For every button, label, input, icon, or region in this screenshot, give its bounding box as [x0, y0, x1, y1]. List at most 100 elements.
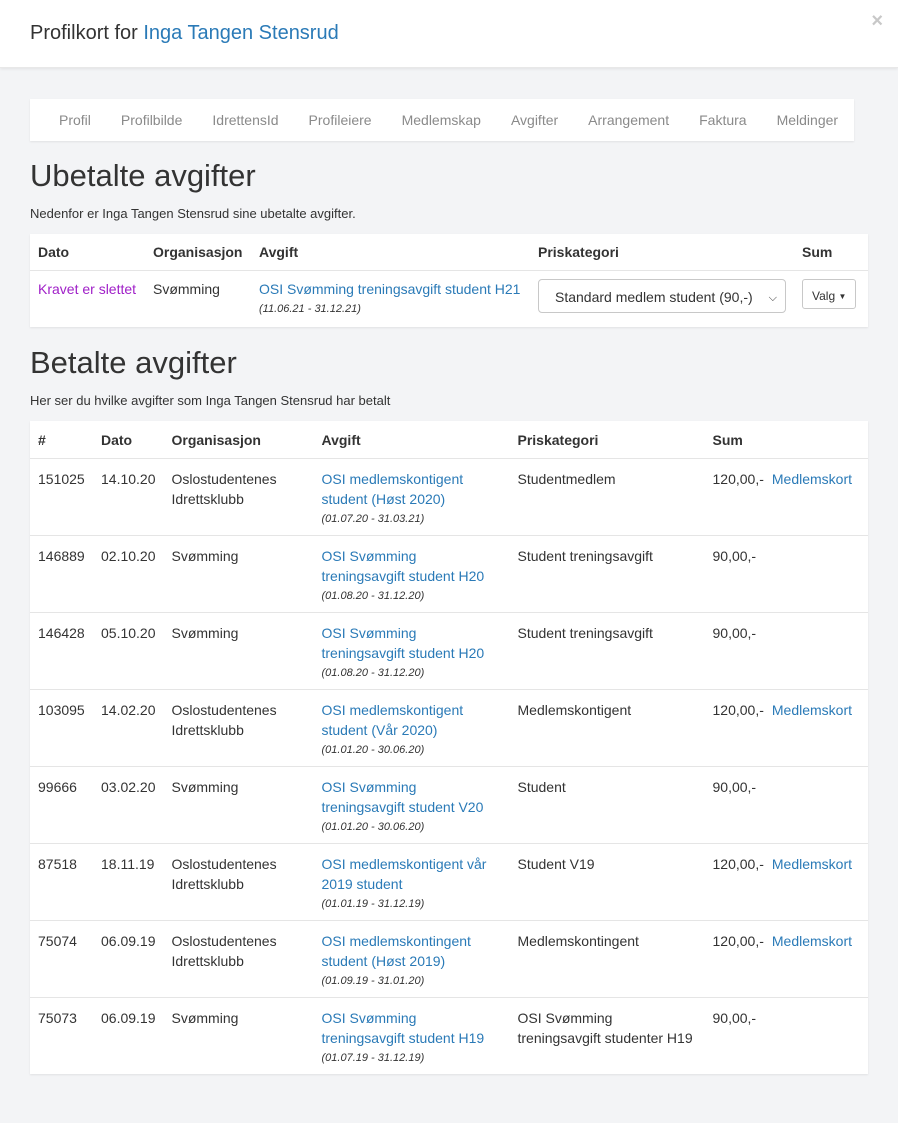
fee-period: (01.01.20 - 30.06.20) — [321, 743, 425, 756]
unpaid-description: Nedenfor er Inga Tangen Stensrud sine ub… — [30, 206, 356, 221]
fee-period: (11.06.21 - 31.12.21) — [259, 302, 361, 315]
row-category: Student treningsavgift — [509, 611, 705, 689]
row-date: 14.02.20 — [93, 688, 164, 766]
col-dato: Dato — [30, 234, 145, 271]
row-id: 99666 — [30, 765, 93, 843]
modal-title: Profilkort for Inga Tangen Stensrud — [30, 22, 339, 45]
row-sum: 120,00,- — [712, 470, 764, 487]
table-row: Kravet er slettet Svømming OSI Svømming … — [30, 270, 868, 317]
tab-profileiere[interactable]: Profileiere — [294, 112, 387, 128]
table-row: 99666 03.02.20 Svømming OSI Svømming trenin… — [30, 765, 868, 843]
price-category-select[interactable]: Standard medlem student (90,-) ⌵ — [538, 278, 786, 313]
tab-faktura[interactable]: Faktura — [684, 112, 761, 128]
row-date: 14.10.20 — [101, 470, 156, 487]
membership-card-link[interactable]: Medlemskort — [772, 856, 852, 872]
row-id: 146889 — [30, 534, 93, 612]
row-org: Oslostudentenes Idrettsklubb — [163, 919, 314, 997]
close-icon[interactable]: × — [871, 10, 883, 33]
fee-link[interactable]: OSI Svømming treningsavgift student H20 — [322, 625, 485, 661]
col-organisasjon: Organisasjon — [145, 234, 251, 271]
table-row: 75074 06.09.19 Oslostudentenes Idrettsklub… — [30, 919, 868, 997]
tab-meldinger[interactable]: Meldinger — [762, 112, 853, 128]
row-org: Oslostudentenes Idrettsklubb — [163, 842, 314, 920]
fee-period: (01.09.19 - 31.01.20) — [321, 974, 425, 987]
valg-dropdown-button[interactable]: Valg ▼ — [802, 278, 857, 309]
membership-card-link[interactable]: Medlemskort — [772, 471, 852, 487]
org-cell: Svømming — [153, 280, 220, 297]
fee-period: (01.01.20 - 30.06.20) — [321, 820, 425, 833]
fee-link[interactable]: OSI Svømming treningsavgift student H21 — [259, 281, 520, 297]
row-category: Studentmedlem — [517, 470, 616, 487]
row-sum: 90,00,- — [704, 611, 772, 689]
row-sum: 90,00,- — [704, 996, 772, 1074]
col-id: # — [30, 421, 93, 459]
fee-period: (01.08.20 - 31.12.20) — [321, 666, 425, 679]
tab-profil[interactable]: Profil — [44, 112, 106, 128]
row-category: Student V19 — [509, 842, 705, 920]
profile-name: Inga Tangen Stensrud — [143, 22, 339, 44]
fee-link[interactable]: OSI medlemskontigent student (Vår 2020) — [322, 702, 464, 738]
fee-link[interactable]: OSI medlemskontingent student (Høst 2019… — [322, 933, 471, 969]
col-avgift: Avgift — [251, 234, 530, 271]
paid-description: Her ser du hvilke avgifter som Inga Tang… — [30, 393, 391, 408]
fee-period: (01.01.19 - 31.12.19) — [321, 897, 425, 910]
col-priskategori: Priskategori — [509, 421, 705, 459]
row-org: Svømming — [163, 534, 314, 612]
row-category: OSI Svømming treningsavgift studenter H1… — [509, 996, 705, 1074]
col-actions — [771, 421, 868, 459]
row-id: 87518 — [30, 842, 93, 920]
col-sum: Sum — [794, 234, 868, 271]
fee-link[interactable]: OSI medlemskontigent student (Høst 2020) — [322, 471, 464, 507]
row-org: Oslostudentenes Idrettsklubb — [171, 470, 277, 507]
tab-profilbilde[interactable]: Profilbilde — [106, 112, 197, 128]
table-row: 87518 18.11.19 Oslostudentenes Idrettsklub… — [30, 842, 868, 920]
row-date: 06.09.19 — [93, 996, 164, 1074]
fee-link[interactable]: OSI Svømming treningsavgift student V20 — [322, 779, 484, 815]
row-sum: 120,00,- — [704, 842, 772, 920]
row-category: Medlemskontigent — [509, 688, 705, 766]
tab-avgifter[interactable]: Avgifter — [496, 112, 573, 128]
membership-card-link[interactable]: Medlemskort — [772, 933, 852, 949]
row-category: Student — [509, 765, 705, 843]
row-sum: 90,00,- — [704, 765, 772, 843]
row-org: Svømming — [163, 996, 314, 1074]
row-date: 03.02.20 — [93, 765, 164, 843]
paid-title: Betalte avgifter — [30, 345, 237, 380]
table-row: 75073 06.09.19 Svømming OSI Svømming trenin… — [30, 996, 868, 1074]
title-prefix: Profilkort for — [30, 22, 138, 44]
caret-down-icon: ▼ — [838, 291, 847, 301]
fee-link[interactable]: OSI medlemskontigent vår 2019 student — [322, 856, 487, 892]
modal-header: Profilkort for Inga Tangen Stensrud × — [0, 0, 898, 68]
profile-tabs: Profil Profilbilde IdrettensId Profileie… — [30, 99, 854, 141]
tab-arrangement[interactable]: Arrangement — [573, 112, 684, 128]
fee-period: (01.07.19 - 31.12.19) — [321, 1051, 425, 1064]
table-row: 103095 14.02.20 Oslostudentenes Idrettsklu… — [30, 688, 868, 766]
row-date: 18.11.19 — [93, 842, 164, 920]
row-sum: 120,00,- — [704, 919, 772, 997]
table-row: 151025 14.10.20 Oslostudentenes Idrettsklu… — [30, 458, 868, 535]
row-id: 151025 — [38, 470, 85, 487]
row-org: Oslostudentenes Idrettsklubb — [163, 688, 314, 766]
tab-idrettensid[interactable]: IdrettensId — [197, 112, 293, 128]
col-sum: Sum — [704, 421, 772, 459]
fee-link[interactable]: OSI Svømming treningsavgift student H20 — [322, 548, 485, 584]
unpaid-title: Ubetalte avgifter — [30, 158, 256, 193]
paid-fees-table: # Dato Organisasjon Avgift Priskategori … — [30, 421, 868, 1074]
row-category: Medlemskontingent — [509, 919, 705, 997]
row-date: 06.09.19 — [93, 919, 164, 997]
unpaid-fees-table: Dato Organisasjon Avgift Priskategori Su… — [30, 234, 868, 327]
membership-card-link[interactable]: Medlemskort — [772, 702, 852, 718]
col-dato: Dato — [93, 421, 164, 459]
row-org: Svømming — [163, 611, 314, 689]
tab-medlemskap[interactable]: Medlemskap — [387, 112, 496, 128]
col-avgift: Avgift — [313, 421, 510, 459]
row-org: Svømming — [163, 765, 314, 843]
row-date: 02.10.20 — [93, 534, 164, 612]
deleted-status-link[interactable]: Kravet er slettet — [38, 281, 136, 297]
fee-period: (01.08.20 - 31.12.20) — [321, 589, 425, 602]
col-priskategori: Priskategori — [530, 234, 794, 271]
fee-link[interactable]: OSI Svømming treningsavgift student H19 — [322, 1010, 485, 1046]
price-category-value: Standard medlem student (90,-) — [555, 288, 753, 305]
table-row: 146428 05.10.20 Svømming OSI Svømming treni… — [30, 611, 868, 689]
row-id: 103095 — [30, 688, 93, 766]
